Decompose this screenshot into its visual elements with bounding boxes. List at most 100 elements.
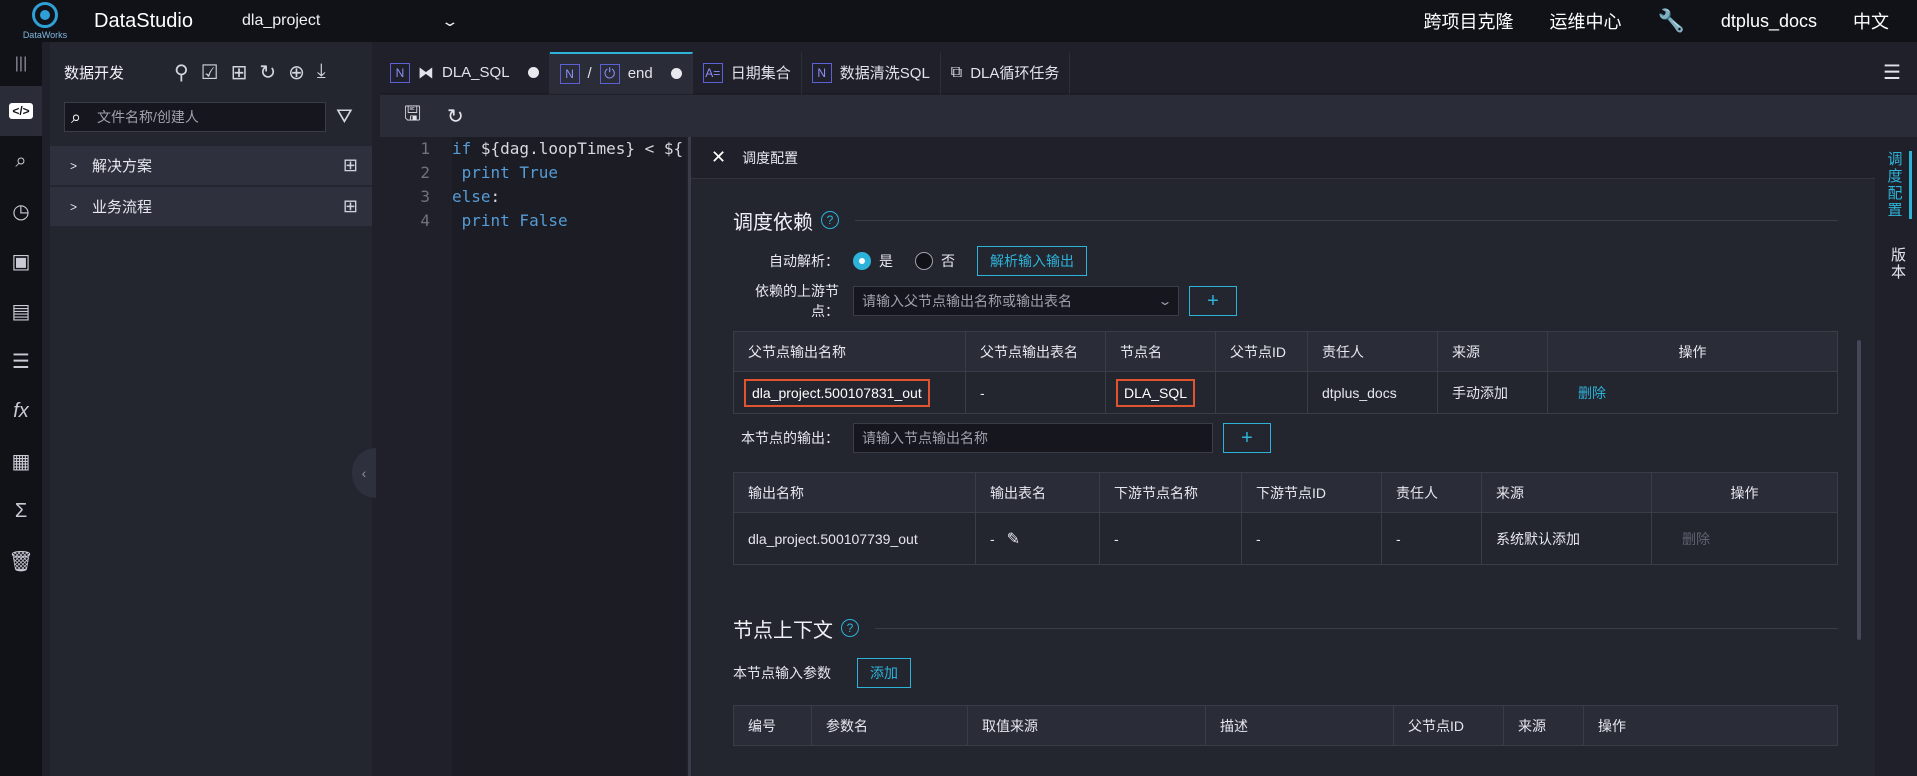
output-row: 本节点的输出： 请输入节点输出名称 + — [733, 418, 1838, 458]
column-header: 节点名 — [1105, 331, 1216, 372]
table-icon[interactable]: ▤ — [0, 286, 42, 336]
user-filter-icon[interactable]: ⚲ — [174, 60, 189, 85]
table-header-row: 输出名称 输出表名 下游节点名称 下游节点ID 责任人 来源 操作 — [733, 472, 1838, 513]
column-header: 操作 — [1547, 331, 1838, 372]
grid-icon[interactable]: ⊞ — [343, 155, 358, 176]
schedule-config-panel: ✕ 调度配置 调度依赖 ? 自动解析： 是 否 解析输入输出 依赖的上游节点： … — [688, 137, 1875, 776]
delete-link-disabled: 删除 — [1682, 530, 1710, 547]
dataworks-logo[interactable]: DataWorks — [0, 0, 90, 42]
language-switch[interactable]: 中文 — [1853, 8, 1889, 34]
sidebar-item-solutions[interactable]: > 解决方案 ⊞ — [50, 146, 372, 185]
code-keyword: print — [452, 163, 510, 182]
file-search-input[interactable] — [97, 109, 317, 125]
code-text: False — [509, 211, 568, 230]
auto-parse-no-radio[interactable] — [915, 252, 933, 270]
table-cell: - — [1381, 512, 1482, 565]
help-icon[interactable]: ? — [841, 619, 859, 637]
line-gutter: 1 2 3 4 — [380, 137, 452, 776]
server-icon[interactable]: ▦ — [0, 436, 42, 486]
clock-icon[interactable]: ◷ — [0, 186, 42, 236]
function-icon[interactable]: fx — [0, 386, 42, 436]
briefcase-icon[interactable]: ▣ — [0, 236, 42, 286]
left-icon-rail: ||| </> ⌕ ◷ ▣ ▤ ☰ fx ▦ Σ 🗑 — [0, 42, 42, 776]
top-bar: DataWorks DataStudio dla_project ⌄ 跨项目克隆… — [0, 0, 1917, 42]
panel-scrollbar[interactable] — [1857, 340, 1861, 640]
chevron-down-icon: ⌄ — [1157, 294, 1173, 308]
editor-tab-bar: N ⧓ DLA_SQL N / ⏻ end A= 日期集合 N 数据清洗SQL … — [380, 51, 1917, 94]
tab-dla-sql[interactable]: N ⧓ DLA_SQL — [380, 51, 550, 94]
add-upstream-button[interactable]: + — [1189, 286, 1237, 316]
search-box: ⌕ — [64, 102, 326, 132]
tab-label: 日期集合 — [730, 65, 791, 82]
context-section-title: 节点上下文 ? — [733, 611, 1838, 645]
unsaved-dot-icon — [527, 67, 539, 78]
user-name[interactable]: dtplus_docs — [1721, 11, 1817, 32]
section-title-text: 调度依赖 — [733, 211, 813, 234]
parent-node-name: DLA_SQL — [1116, 378, 1196, 407]
new-file-icon[interactable]: ⊞ — [231, 60, 248, 85]
sidebar: 数据开发 ⚲ ☑ ⊞ ↻ ⊕ ⤓ ⌕ ⛛ > 解决方案 ⊞ — [50, 42, 372, 776]
table-cell: 系统默认添加 — [1481, 512, 1652, 565]
table-cell: 手动添加 — [1437, 371, 1548, 414]
help-icon[interactable]: ? — [821, 211, 839, 229]
tab-menu-icon[interactable]: ☰ — [1883, 60, 1901, 85]
locate-icon[interactable]: ⊕ — [288, 60, 305, 85]
code-content[interactable]: if ${dag.loopTimes} < ${ print True else… — [452, 137, 686, 776]
table-cell: 删除 — [1651, 512, 1838, 565]
sigma-icon[interactable]: Σ — [0, 486, 42, 536]
code-text: : — [490, 187, 501, 206]
auto-parse-yes-radio[interactable] — [853, 252, 871, 270]
list-settings-icon[interactable]: ☰ — [0, 336, 42, 386]
sidebar-item-label: 业务流程 — [92, 199, 153, 216]
save-icon[interactable]: 🖫 — [404, 99, 421, 133]
table-header-row: 父节点输出名称 父节点输出表名 节点名 父节点ID 责任人 来源 操作 — [733, 331, 1838, 372]
tab-data-clean-sql[interactable]: N 数据清洗SQL — [802, 51, 941, 94]
side-tab-schedule-config[interactable]: 调度配置 — [1884, 151, 1912, 219]
node-type-icon: N — [811, 62, 832, 83]
sidebar-search-row: ⌕ ⛛ — [50, 102, 372, 132]
import-icon[interactable]: ⤓ — [317, 60, 326, 85]
logo-text: DataWorks — [22, 30, 68, 40]
top-right-nav: 跨项目克隆 运维中心 🔧 dtplus_docs 中文 — [1424, 8, 1917, 34]
reload-icon[interactable]: ↻ — [447, 104, 464, 129]
column-header: 父节点输出表名 — [965, 331, 1106, 372]
project-selector[interactable]: dla_project ⌄ — [242, 12, 460, 30]
tab-label: 数据清洗SQL — [839, 65, 930, 82]
code-line: print True — [452, 161, 686, 185]
node-output-input[interactable]: 请输入节点输出名称 — [853, 423, 1213, 453]
panel-title: 调度配置 — [742, 149, 799, 166]
output-table-value: - — [990, 530, 995, 547]
wrench-icon[interactable]: 🔧 — [1658, 8, 1685, 34]
menu-icon[interactable]: ||| — [0, 42, 42, 86]
search-icon[interactable]: ⌕ — [0, 136, 42, 186]
cross-project-clone-link[interactable]: 跨项目克隆 — [1424, 8, 1514, 34]
ops-center-link[interactable]: 运维中心 — [1550, 8, 1622, 34]
column-header: 操作 — [1583, 705, 1838, 746]
trash-icon[interactable]: 🗑 — [0, 536, 42, 586]
side-tab-version[interactable]: 版本 — [1887, 247, 1908, 281]
tab-end[interactable]: N / ⏻ end — [549, 51, 693, 94]
upstream-node-select[interactable]: 请输入父节点输出名称或输出表名 ⌄ — [853, 286, 1179, 316]
add-param-button[interactable]: 添加 — [857, 658, 911, 688]
checklist-icon[interactable]: ☑ — [201, 60, 219, 85]
grid-icon[interactable]: ⊞ — [343, 196, 358, 217]
close-icon[interactable]: ✕ — [711, 147, 726, 168]
sidebar-item-business-flow[interactable]: > 业务流程 ⊞ — [50, 187, 372, 226]
edit-icon[interactable]: ✎ — [1007, 531, 1020, 548]
code-keyword: else — [452, 187, 491, 206]
tab-dla-loop-task[interactable]: ⧉ DLA循环任务 — [941, 51, 1071, 94]
search-icon: ⌕ — [71, 106, 82, 127]
code-editor[interactable]: 1 2 3 4 if ${dag.loopTimes} < ${ print T… — [380, 137, 686, 776]
rail-data-dev[interactable]: </> — [0, 86, 42, 136]
tab-date-set[interactable]: A= 日期集合 — [693, 51, 802, 94]
filter-icon[interactable]: ⛛ — [336, 106, 353, 129]
table-cell — [1215, 371, 1308, 414]
line-number: 2 — [420, 163, 430, 182]
add-output-button[interactable]: + — [1223, 423, 1271, 453]
refresh-icon[interactable]: ↻ — [259, 60, 276, 85]
sidebar-item-label: 解决方案 — [92, 158, 153, 175]
column-header: 描述 — [1205, 705, 1394, 746]
divider — [875, 627, 1838, 629]
parse-io-button[interactable]: 解析输入输出 — [977, 246, 1087, 276]
delete-link[interactable]: 删除 — [1578, 385, 1606, 401]
